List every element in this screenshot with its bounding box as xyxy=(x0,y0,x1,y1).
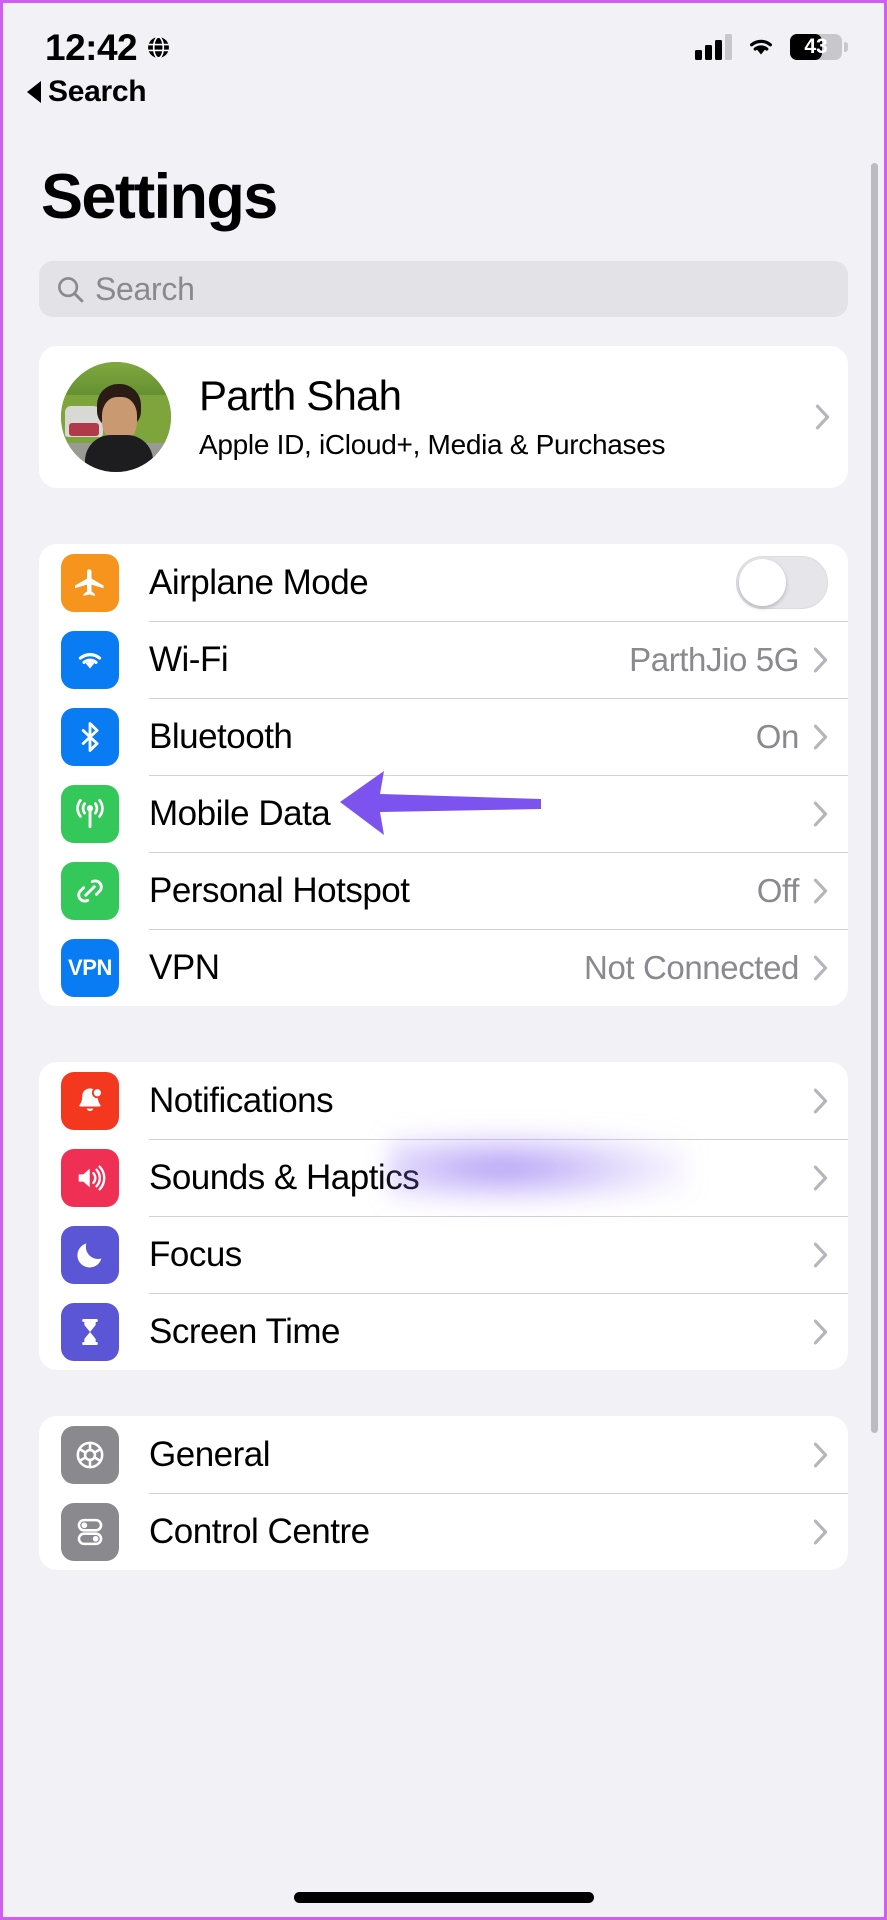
settings-row-label: Mobile Data xyxy=(149,793,331,833)
home-indicator xyxy=(293,1892,594,1903)
cellular-icon xyxy=(61,784,119,843)
battery-icon: 43 xyxy=(790,34,848,60)
wifi-network-value: ParthJio 5G xyxy=(629,640,799,678)
settings-row-control-centre[interactable]: Control Centre xyxy=(39,1493,848,1570)
chevron-right-icon xyxy=(813,1442,828,1468)
back-caret-icon xyxy=(27,81,41,103)
settings-row-personal-hotspot[interactable]: Personal Hotspot Off xyxy=(39,852,848,929)
vertical-scrollbar[interactable] xyxy=(871,163,878,1433)
chevron-right-icon xyxy=(813,1088,828,1114)
hotspot-state-value: Off xyxy=(756,871,800,909)
profile-subtitle: Apple ID, iCloud+, Media & Purchases xyxy=(199,428,666,460)
settings-row-screen-time[interactable]: Screen Time xyxy=(39,1293,848,1370)
settings-row-label: Notifications xyxy=(149,1080,334,1120)
chevron-right-icon xyxy=(813,1519,828,1545)
settings-group-alerts: Notifications Sounds & Haptics Focus Scr… xyxy=(39,1062,848,1370)
chevron-right-icon xyxy=(813,878,828,904)
battery-percent-label: 43 xyxy=(804,35,828,58)
chevron-right-icon xyxy=(815,404,830,430)
settings-row-mobile-data[interactable]: Mobile Data xyxy=(39,775,848,852)
search-input[interactable]: Search xyxy=(39,261,848,317)
chevron-right-icon xyxy=(813,1165,828,1191)
settings-row-label: Sounds & Haptics xyxy=(149,1157,420,1197)
apple-id-text: Parth Shah Apple ID, iCloud+, Media & Pu… xyxy=(199,373,815,460)
airplane-icon xyxy=(61,553,119,612)
apple-id-card[interactable]: Parth Shah Apple ID, iCloud+, Media & Pu… xyxy=(39,346,848,488)
sliders-icon xyxy=(61,1502,119,1561)
gear-icon xyxy=(61,1425,119,1484)
settings-row-label: Wi-Fi xyxy=(149,639,229,679)
back-label: Search xyxy=(48,75,147,108)
hotspot-icon xyxy=(61,861,119,920)
cellular-signal-icon xyxy=(695,34,732,60)
search-icon xyxy=(55,274,85,304)
vpn-icon: VPN xyxy=(61,938,119,997)
iphone-settings-screen: 12:42 43 Search Settings Search Parth Sh… xyxy=(0,0,887,1920)
speaker-icon xyxy=(61,1148,119,1207)
status-bar-right: 43 xyxy=(695,34,848,60)
vpn-state-value: Not Connected xyxy=(584,948,799,986)
status-bar-left: 12:42 xyxy=(45,29,171,66)
profile-name: Parth Shah xyxy=(199,372,402,420)
settings-row-airplane-mode[interactable]: Airplane Mode xyxy=(39,544,848,621)
settings-row-label: Focus xyxy=(149,1234,242,1274)
chevron-right-icon xyxy=(813,955,828,981)
settings-row-vpn[interactable]: VPN VPN Not Connected xyxy=(39,929,848,1006)
settings-row-label: Bluetooth xyxy=(149,716,293,756)
settings-row-label: Screen Time xyxy=(149,1311,340,1351)
status-bar: 12:42 43 xyxy=(3,3,884,81)
settings-row-general[interactable]: General xyxy=(39,1416,848,1493)
avatar xyxy=(61,362,171,472)
settings-row-label: Control Centre xyxy=(149,1511,370,1551)
bell-icon xyxy=(61,1071,119,1130)
status-bar-clock: 12:42 xyxy=(45,26,138,68)
chevron-right-icon xyxy=(813,647,828,673)
chevron-right-icon xyxy=(813,1242,828,1268)
wifi-icon xyxy=(61,630,119,689)
airplane-mode-toggle[interactable] xyxy=(736,556,828,609)
chevron-right-icon xyxy=(813,724,828,750)
bluetooth-state-value: On xyxy=(755,717,800,755)
settings-row-label: VPN xyxy=(149,947,220,987)
bluetooth-icon xyxy=(61,707,119,766)
chevron-right-icon xyxy=(813,1319,828,1345)
hourglass-icon xyxy=(61,1302,119,1361)
settings-group-connectivity: Airplane Mode Wi-Fi ParthJio 5G Bluetoot… xyxy=(39,544,848,1006)
apple-id-row[interactable]: Parth Shah Apple ID, iCloud+, Media & Pu… xyxy=(39,346,848,488)
settings-row-bluetooth[interactable]: Bluetooth On xyxy=(39,698,848,775)
settings-scroll-area: Settings Search Parth Shah Apple ID, iCl… xyxy=(3,123,884,1917)
settings-row-sounds-haptics[interactable]: Sounds & Haptics xyxy=(39,1139,848,1216)
settings-group-system: General Control Centre xyxy=(39,1416,848,1570)
search-placeholder: Search xyxy=(95,270,195,307)
moon-icon xyxy=(61,1225,119,1284)
settings-row-label: General xyxy=(149,1434,271,1474)
back-to-search-button[interactable]: Search xyxy=(27,75,147,109)
page-title: Settings xyxy=(41,162,278,232)
wifi-icon xyxy=(745,34,777,60)
chevron-right-icon xyxy=(813,801,828,827)
settings-row-label: Personal Hotspot xyxy=(149,870,410,910)
settings-row-wifi[interactable]: Wi-Fi ParthJio 5G xyxy=(39,621,848,698)
globe-icon xyxy=(146,35,171,60)
settings-row-label: Airplane Mode xyxy=(149,562,369,602)
settings-row-notifications[interactable]: Notifications xyxy=(39,1062,848,1139)
settings-row-focus[interactable]: Focus xyxy=(39,1216,848,1293)
